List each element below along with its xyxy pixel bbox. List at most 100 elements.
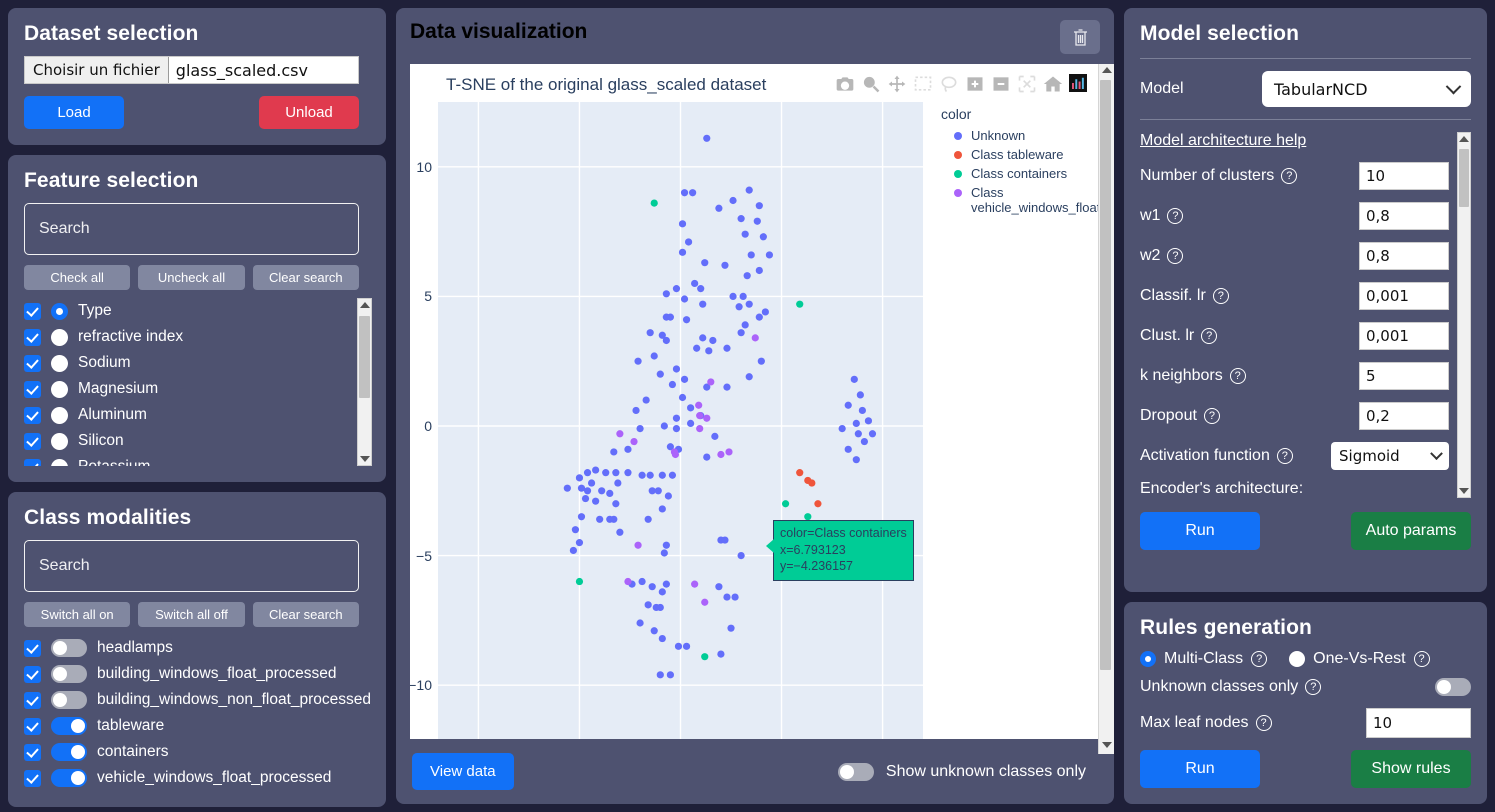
feature-search-input[interactable] — [24, 203, 359, 255]
param-input[interactable]: 5 — [1359, 362, 1449, 390]
scrollbar-thumb[interactable] — [359, 316, 370, 398]
feature-radio[interactable] — [51, 328, 68, 346]
modality-checkbox[interactable] — [24, 743, 41, 761]
feature-clear-search-button[interactable]: Clear search — [252, 265, 359, 290]
feature-checkbox[interactable] — [24, 432, 41, 450]
param-input[interactable]: 0,001 — [1359, 322, 1449, 350]
rules-run-button[interactable]: Run — [1140, 750, 1260, 788]
param-help-icon[interactable]: ? — [1167, 248, 1184, 264]
model-select[interactable]: TabularNCD — [1262, 71, 1471, 107]
viz-scrollbar-thumb[interactable] — [1100, 80, 1111, 670]
model-params-scrollbar[interactable] — [1457, 132, 1471, 498]
auto-params-button[interactable]: Auto params — [1351, 512, 1471, 550]
plot-canvas[interactable]: 10 5 0 −5 −10 color Unknown Class tableware Cl… — [410, 102, 1100, 740]
legend-item[interactable]: Unknown — [954, 128, 1100, 143]
param-input[interactable]: 0,8 — [1359, 242, 1449, 270]
load-button[interactable]: Load — [24, 96, 124, 129]
param-help-icon[interactable]: ? — [1229, 368, 1246, 384]
legend-title: color — [941, 106, 972, 122]
feature-radio[interactable] — [51, 432, 68, 450]
feature-checkbox[interactable] — [24, 380, 41, 398]
zoom-icon[interactable] — [861, 74, 881, 94]
legend-item[interactable]: Class vehicle_windows_float_processed — [954, 185, 1100, 215]
modality-toggle[interactable] — [51, 665, 87, 683]
modality-toggle[interactable] — [51, 717, 87, 735]
modality-toggle[interactable] — [51, 639, 87, 657]
param-input[interactable]: 0,2 — [1359, 402, 1449, 430]
max-leaf-nodes-input[interactable]: 10 — [1366, 708, 1471, 738]
visualization-scrollbar[interactable] — [1098, 64, 1114, 754]
feature-radio[interactable] — [51, 406, 68, 424]
modality-toggle[interactable] — [51, 743, 87, 761]
model-scroll-up-icon[interactable] — [1459, 136, 1469, 142]
legend-item[interactable]: Class tableware — [954, 147, 1100, 162]
pan-icon[interactable] — [887, 74, 907, 94]
modality-checkbox[interactable] — [24, 717, 41, 735]
param-input[interactable]: 0,8 — [1359, 202, 1449, 230]
feature-checkbox[interactable] — [24, 354, 41, 372]
param-help-icon[interactable]: ? — [1167, 208, 1184, 224]
multi-class-help-icon[interactable]: ? — [1251, 651, 1268, 667]
param-select[interactable]: Sigmoid — [1331, 442, 1449, 470]
param-help-icon[interactable]: ? — [1281, 168, 1298, 184]
choose-file-button[interactable]: Choisir un fichier — [25, 57, 169, 83]
unknown-classes-only-help-icon[interactable]: ? — [1305, 679, 1322, 695]
show-rules-button[interactable]: Show rules — [1351, 750, 1471, 788]
one-vs-rest-radio[interactable] — [1289, 651, 1306, 667]
switch-all-on-button[interactable]: Switch all on — [24, 602, 131, 627]
show-unknown-toggle[interactable] — [837, 762, 874, 781]
scatter-plot[interactable]: T-SNE of the original glass_scaled datas… — [410, 64, 1100, 740]
scroll-down-arrow-icon[interactable] — [359, 456, 370, 462]
unload-button[interactable]: Unload — [259, 96, 359, 129]
box-select-icon[interactable] — [913, 74, 933, 94]
clear-visualization-button[interactable] — [1060, 20, 1100, 54]
param-help-icon[interactable]: ? — [1276, 448, 1293, 464]
feature-checkbox[interactable] — [24, 302, 41, 320]
view-data-button[interactable]: View data — [412, 753, 514, 791]
modality-checkbox[interactable] — [24, 665, 41, 683]
camera-icon[interactable] — [835, 74, 855, 94]
switch-all-off-button[interactable]: Switch all off — [138, 602, 245, 627]
viz-scroll-down-icon[interactable] — [1102, 742, 1112, 748]
one-vs-rest-help-icon[interactable]: ? — [1413, 651, 1430, 667]
modality-toggle[interactable] — [51, 691, 87, 709]
feature-check-all-button[interactable]: Check all — [24, 265, 131, 290]
modality-toggle[interactable] — [51, 769, 87, 787]
legend-item[interactable]: Class containers — [954, 166, 1100, 181]
model-run-button[interactable]: Run — [1140, 512, 1260, 550]
file-input[interactable]: Choisir un fichier glass_scaled.csv — [24, 56, 359, 84]
scroll-up-arrow-icon[interactable] — [359, 302, 370, 308]
feature-radio[interactable] — [51, 458, 68, 466]
modality-checkbox[interactable] — [24, 691, 41, 709]
feature-radio[interactable] — [51, 354, 68, 372]
viz-scroll-up-icon[interactable] — [1101, 67, 1112, 73]
param-help-icon[interactable]: ? — [1201, 328, 1218, 344]
home-icon[interactable] — [1043, 74, 1063, 94]
feature-radio[interactable] — [51, 380, 68, 398]
feature-uncheck-all-button[interactable]: Uncheck all — [138, 265, 245, 290]
feature-checkbox[interactable] — [24, 406, 41, 424]
zoom-in-icon[interactable] — [965, 74, 985, 94]
modality-clear-search-button[interactable]: Clear search — [252, 602, 359, 627]
multi-class-radio[interactable] — [1140, 651, 1156, 667]
param-input[interactable]: 10 — [1359, 162, 1449, 190]
unknown-classes-only-toggle[interactable] — [1435, 678, 1471, 696]
feature-radio[interactable] — [51, 302, 68, 320]
param-help-icon[interactable]: ? — [1203, 408, 1220, 424]
lasso-select-icon[interactable] — [939, 74, 959, 94]
model-architecture-help-link[interactable]: Model architecture help — [1140, 132, 1306, 150]
zoom-out-icon[interactable] — [991, 74, 1011, 94]
model-scrollbar-thumb[interactable] — [1459, 149, 1469, 207]
feature-list-scrollbar[interactable] — [357, 298, 372, 466]
modality-checkbox[interactable] — [24, 769, 41, 787]
modality-search-input[interactable] — [24, 540, 359, 592]
autoscale-icon[interactable] — [1017, 74, 1037, 94]
max-leaf-nodes-help-icon[interactable]: ? — [1255, 715, 1272, 731]
feature-checkbox[interactable] — [24, 458, 41, 466]
modality-checkbox[interactable] — [24, 639, 41, 657]
model-scroll-down-icon[interactable] — [1459, 488, 1469, 494]
param-input[interactable]: 0,001 — [1359, 282, 1449, 310]
feature-checkbox[interactable] — [24, 328, 41, 346]
plotly-logo-icon[interactable] — [1069, 74, 1089, 94]
param-help-icon[interactable]: ? — [1212, 288, 1229, 304]
